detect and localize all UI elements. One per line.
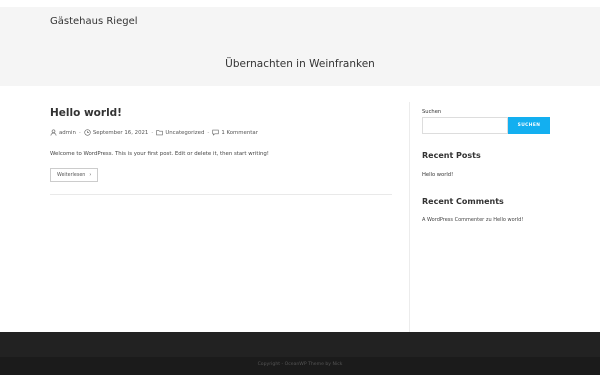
recent-posts-title: Recent Posts (422, 151, 481, 160)
chevron-right-icon: › (89, 172, 92, 178)
main-content: Hello world! admin - September 16, 2021 … (0, 86, 600, 332)
recent-post-link[interactable]: Hello world! (422, 172, 453, 178)
copyright-text: Copyright - OceanWP Theme by Nick (257, 362, 343, 367)
meta-separator: - (151, 129, 154, 136)
search-button[interactable]: SUCHEN (508, 117, 550, 134)
comment-post-link[interactable]: Hello world! (493, 217, 523, 223)
sidebar-separator (409, 102, 410, 332)
search-label: Suchen (422, 109, 442, 115)
recent-comment-item: A WordPress Commenter zu Hello world! (422, 217, 523, 223)
footer-bottom-bar: Copyright - OceanWP Theme by Nick (0, 357, 600, 375)
read-more-label: Weiterlesen (57, 172, 86, 178)
clock-icon (84, 129, 91, 136)
recent-comments-title: Recent Comments (422, 197, 504, 206)
post-category-link[interactable]: Uncategorized (165, 130, 204, 136)
post-date: September 16, 2021 (92, 129, 149, 136)
site-title-link[interactable]: Gästehaus Riegel (50, 16, 138, 27)
post-comments-link[interactable]: 1 Kommentar (221, 130, 258, 136)
post-divider (50, 194, 392, 195)
meta-separator: - (207, 129, 210, 136)
read-more-button[interactable]: Weiterlesen › (50, 168, 99, 182)
post-author-link[interactable]: admin (59, 130, 76, 136)
comment-icon (212, 129, 219, 136)
meta-separator: - (78, 129, 81, 136)
comment-author-link[interactable]: A WordPress Commenter (422, 217, 484, 223)
search-input[interactable] (422, 117, 508, 134)
folder-icon (156, 129, 164, 136)
user-icon (50, 129, 57, 136)
site-header: Gästehaus Riegel Übernachten in Weinfran… (0, 7, 600, 86)
post-meta: admin - September 16, 2021 - Uncategoriz… (50, 129, 258, 136)
post-title-link[interactable]: Hello world! (50, 107, 122, 119)
top-strip (0, 0, 600, 7)
page-heading: Übernachten in Weinfranken (225, 58, 375, 70)
post-excerpt: Welcome to WordPress. This is your first… (50, 151, 269, 157)
